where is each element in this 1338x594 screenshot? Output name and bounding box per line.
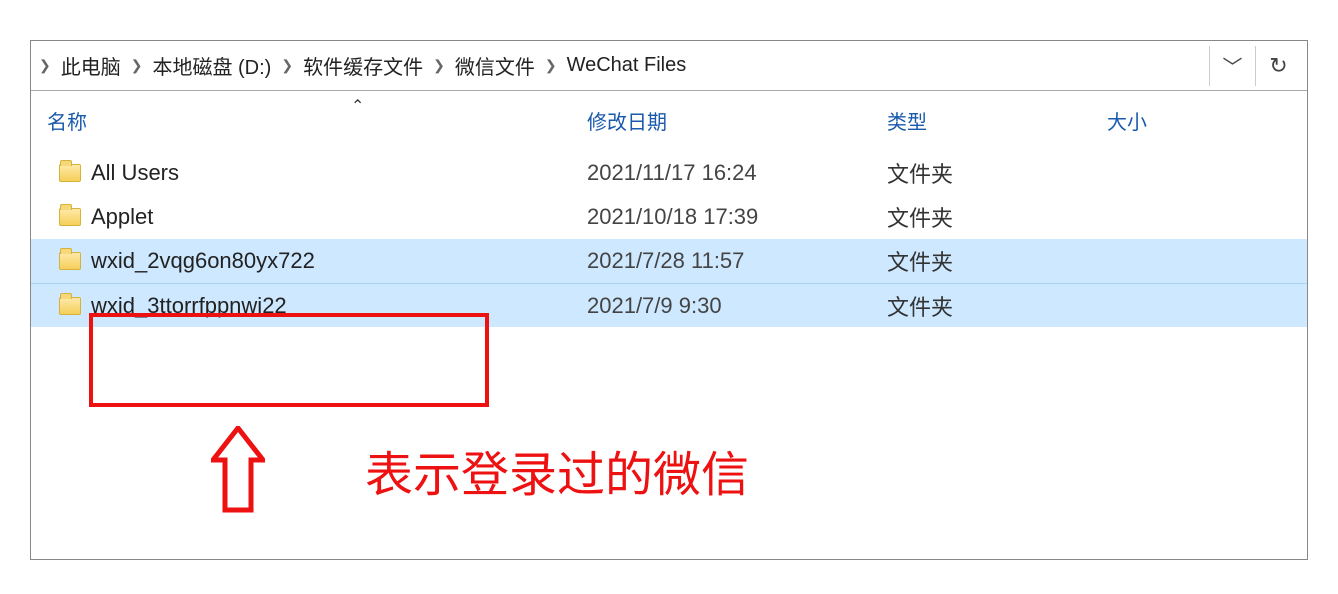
chevron-right-icon: ❯ <box>37 57 53 74</box>
column-header-row: 名称 修改日期 类型 大小 <box>31 91 1307 151</box>
address-bar: ❯ 此电脑 ❯ 本地磁盘 (D:) ❯ 软件缓存文件 ❯ 微信文件 ❯ WeCh… <box>31 41 1307 91</box>
folder-icon <box>59 164 81 182</box>
table-row[interactable]: wxid_2vqg6on80yx722 2021/7/28 11:57 文件夹 <box>31 239 1307 283</box>
file-name: wxid_3ttorrfppnwi22 <box>91 293 287 319</box>
chevron-right-icon: ❯ <box>279 57 295 74</box>
table-row[interactable]: Applet 2021/10/18 17:39 文件夹 <box>31 195 1307 239</box>
column-header-type[interactable]: 类型 <box>871 91 1091 150</box>
folder-icon <box>59 208 81 226</box>
annotation-label: 表示登录过的微信 <box>365 435 749 505</box>
folder-icon <box>59 297 81 315</box>
file-type: 文件夹 <box>871 157 1091 189</box>
file-date: 2021/10/18 17:39 <box>571 204 871 230</box>
sort-indicator-icon: ⌃ <box>351 96 364 116</box>
file-list: All Users 2021/11/17 16:24 文件夹 Applet 20… <box>31 151 1307 327</box>
file-date: 2021/7/9 9:30 <box>571 293 871 319</box>
file-date: 2021/11/17 16:24 <box>571 160 871 186</box>
annotation: 表示登录过的微信 <box>211 426 749 514</box>
file-name: Applet <box>91 204 153 230</box>
file-date: 2021/7/28 11:57 <box>571 248 871 274</box>
breadcrumb-item[interactable]: 此电脑 <box>53 48 129 84</box>
chevron-down-icon: ﹀ <box>1223 51 1243 80</box>
file-name: wxid_2vqg6on80yx722 <box>91 248 315 274</box>
file-type: 文件夹 <box>871 245 1091 277</box>
dropdown-button[interactable]: ﹀ <box>1209 46 1255 86</box>
file-type: 文件夹 <box>871 290 1091 322</box>
column-header-size[interactable]: 大小 <box>1091 91 1307 150</box>
folder-icon <box>59 252 81 270</box>
arrow-up-icon <box>211 426 265 514</box>
column-header-date[interactable]: 修改日期 <box>571 91 871 150</box>
chevron-right-icon: ❯ <box>431 57 447 74</box>
breadcrumb-item[interactable]: 本地磁盘 (D:) <box>144 48 279 84</box>
chevron-right-icon: ❯ <box>129 57 145 74</box>
table-row[interactable]: wxid_3ttorrfppnwi22 2021/7/9 9:30 文件夹 <box>31 283 1307 327</box>
explorer-window: ❯ 此电脑 ❯ 本地磁盘 (D:) ❯ 软件缓存文件 ❯ 微信文件 ❯ WeCh… <box>30 40 1308 560</box>
file-type: 文件夹 <box>871 201 1091 233</box>
refresh-icon: ↻ <box>1269 53 1287 79</box>
refresh-button[interactable]: ↻ <box>1255 46 1301 86</box>
breadcrumb-item[interactable]: 软件缓存文件 <box>295 48 431 84</box>
chevron-right-icon: ❯ <box>543 57 559 74</box>
annotation-highlight-box <box>89 313 489 407</box>
table-row[interactable]: All Users 2021/11/17 16:24 文件夹 <box>31 151 1307 195</box>
breadcrumb-item[interactable]: 微信文件 <box>447 48 543 84</box>
breadcrumb-item[interactable]: WeChat Files <box>559 48 695 84</box>
file-name: All Users <box>91 160 179 186</box>
column-header-name[interactable]: 名称 <box>31 91 571 150</box>
